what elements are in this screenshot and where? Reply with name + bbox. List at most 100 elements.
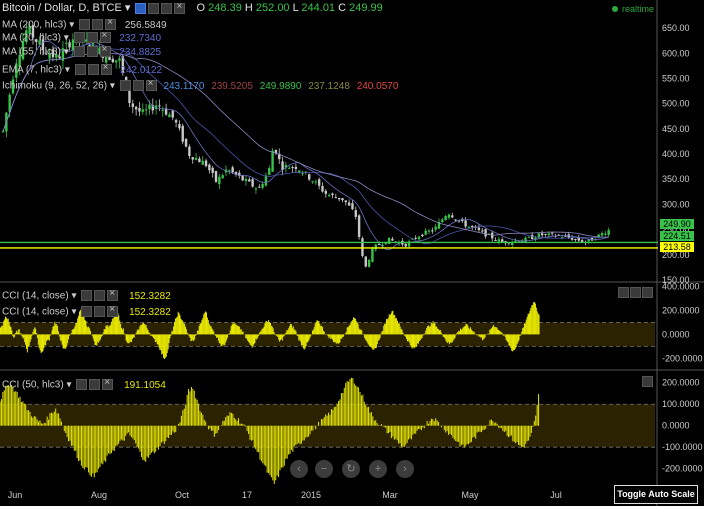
candle-body bbox=[464, 220, 467, 227]
overlay-ichimoku[interactable]: Ichimoku (9, 26, 52, 26) ▾ 243.1170 239.… bbox=[2, 78, 398, 93]
toggle-auto-scale-button[interactable]: Toggle Auto Scale bbox=[614, 485, 698, 504]
candle-body bbox=[424, 230, 427, 235]
eye-icon[interactable] bbox=[81, 290, 93, 301]
ichimoku-value: 237.1248 bbox=[308, 80, 350, 92]
chevron-down-icon[interactable]: ▾ bbox=[71, 291, 76, 302]
zoom-in-icon[interactable]: + bbox=[369, 460, 387, 478]
candle-body bbox=[184, 138, 188, 147]
indicator-cci14-a[interactable]: CCI (14, close) ▾ 152.3282 bbox=[2, 288, 171, 303]
candle-body bbox=[331, 193, 334, 196]
eye-icon[interactable] bbox=[79, 19, 91, 30]
eye-icon[interactable] bbox=[76, 379, 88, 390]
candle-body bbox=[471, 225, 474, 228]
scroll-left-icon[interactable]: ‹ bbox=[290, 460, 308, 478]
y-tick-label: 0.0000 bbox=[662, 329, 690, 339]
settings-icon[interactable] bbox=[148, 2, 160, 14]
candle-body bbox=[374, 244, 377, 250]
scroll-right-icon[interactable]: › bbox=[396, 460, 414, 478]
chevron-down-icon[interactable]: ▾ bbox=[64, 33, 69, 44]
candle-body bbox=[501, 239, 504, 243]
candle-body bbox=[337, 197, 341, 200]
pane-up-icon[interactable] bbox=[618, 287, 629, 298]
candle-body bbox=[178, 123, 181, 129]
settings-icon[interactable] bbox=[132, 80, 144, 91]
candle-body bbox=[321, 185, 324, 192]
overlay-ma20[interactable]: MA (20, hlc3) ▾ 232.7340 bbox=[2, 30, 161, 45]
close-icon[interactable] bbox=[99, 30, 111, 43]
indicator-value: 152.3282 bbox=[129, 290, 171, 302]
candle-body bbox=[451, 215, 454, 218]
overlay-ma55[interactable]: MA (55, hlc3) ▾ 234.8825 bbox=[2, 44, 161, 59]
close-icon[interactable] bbox=[107, 288, 119, 301]
chevron-down-icon[interactable]: ▾ bbox=[110, 81, 115, 92]
eye-icon[interactable] bbox=[73, 32, 85, 43]
candle-body bbox=[211, 167, 214, 173]
candle-body bbox=[254, 188, 258, 190]
reset-icon[interactable]: ↻ bbox=[342, 460, 360, 478]
eye-icon[interactable] bbox=[135, 2, 147, 14]
close-icon[interactable] bbox=[107, 304, 119, 317]
y-tick-label: 550.00 bbox=[662, 73, 690, 83]
candle-body bbox=[530, 234, 534, 240]
candle-body bbox=[550, 232, 554, 234]
chevron-down-icon[interactable]: ▾ bbox=[125, 2, 131, 14]
close-icon[interactable] bbox=[145, 78, 157, 91]
chevron-down-icon[interactable]: ▾ bbox=[66, 380, 71, 391]
settings-icon[interactable] bbox=[87, 64, 99, 75]
eye-icon[interactable] bbox=[119, 80, 131, 91]
candle-body bbox=[607, 229, 610, 235]
close-icon[interactable] bbox=[100, 62, 112, 75]
candle-body bbox=[221, 175, 224, 179]
chevron-down-icon[interactable]: ▾ bbox=[69, 20, 74, 31]
eye-icon[interactable] bbox=[81, 306, 93, 317]
candle-body bbox=[208, 164, 211, 171]
y-tick-label: 350.00 bbox=[662, 174, 690, 184]
close-icon[interactable] bbox=[174, 1, 186, 14]
candle-body bbox=[307, 174, 311, 180]
candle-body bbox=[384, 243, 387, 245]
eye-icon[interactable] bbox=[73, 46, 85, 57]
candle-body bbox=[218, 176, 221, 185]
pane-down-icon[interactable] bbox=[630, 287, 641, 298]
indicator-cci50[interactable]: CCI (50, hlc3) ▾ 191.1054 bbox=[2, 377, 166, 392]
symbol-legend[interactable]: Bitcoin / Dollar, D, BTCE ▾ O 248.39 H 2… bbox=[2, 1, 383, 14]
candle-body bbox=[141, 109, 144, 112]
candle-body bbox=[364, 256, 367, 267]
settings-icon[interactable] bbox=[86, 32, 98, 43]
close-icon[interactable] bbox=[102, 377, 114, 390]
chevron-down-icon[interactable]: ▾ bbox=[71, 307, 76, 318]
zoom-out-icon[interactable]: − bbox=[315, 460, 333, 478]
y-tick-label: 200.0000 bbox=[662, 305, 700, 315]
ohlc-h-label: H bbox=[244, 2, 253, 14]
settings-icon[interactable] bbox=[86, 46, 98, 57]
chevron-down-icon[interactable]: ▾ bbox=[64, 47, 69, 58]
settings-icon[interactable] bbox=[89, 379, 101, 390]
chevron-down-icon[interactable]: ▾ bbox=[65, 65, 70, 76]
settings-icon[interactable] bbox=[92, 19, 104, 30]
overlay-ema7[interactable]: EMA (7, hlc3) ▾ 242.0122 bbox=[2, 62, 162, 77]
price-tag-green-line: 224.51 bbox=[660, 231, 694, 241]
candle-body bbox=[484, 229, 487, 237]
format-icon[interactable] bbox=[161, 2, 173, 14]
candle-body bbox=[271, 150, 274, 172]
eye-icon[interactable] bbox=[74, 64, 86, 75]
indicator-label: CCI (50, hlc3) bbox=[2, 379, 64, 391]
ohlc-o-label: O bbox=[196, 2, 206, 14]
y-tick-label: 400.0000 bbox=[662, 281, 700, 291]
pane-close-icon[interactable] bbox=[642, 287, 653, 298]
pane-up-icon[interactable] bbox=[642, 376, 653, 387]
settings-icon[interactable] bbox=[94, 290, 106, 301]
candle-body bbox=[427, 230, 431, 232]
overlay-label: MA (200, hlc3) bbox=[2, 19, 67, 31]
candle-body bbox=[231, 167, 234, 173]
overlay-ma200[interactable]: MA (200, hlc3) ▾ 256.5849 bbox=[2, 17, 167, 32]
close-icon[interactable] bbox=[99, 44, 111, 57]
y-tick-label: 100.0000 bbox=[662, 399, 700, 409]
settings-icon[interactable] bbox=[94, 306, 106, 317]
overlay-value: 256.5849 bbox=[124, 19, 167, 31]
candle-body bbox=[421, 234, 424, 237]
indicator-cci14-b[interactable]: CCI (14, close) ▾ 152.3282 bbox=[2, 304, 171, 319]
y-tick-label: -200.0000 bbox=[662, 464, 703, 474]
candle-body bbox=[174, 120, 178, 123]
close-icon[interactable] bbox=[105, 17, 117, 30]
